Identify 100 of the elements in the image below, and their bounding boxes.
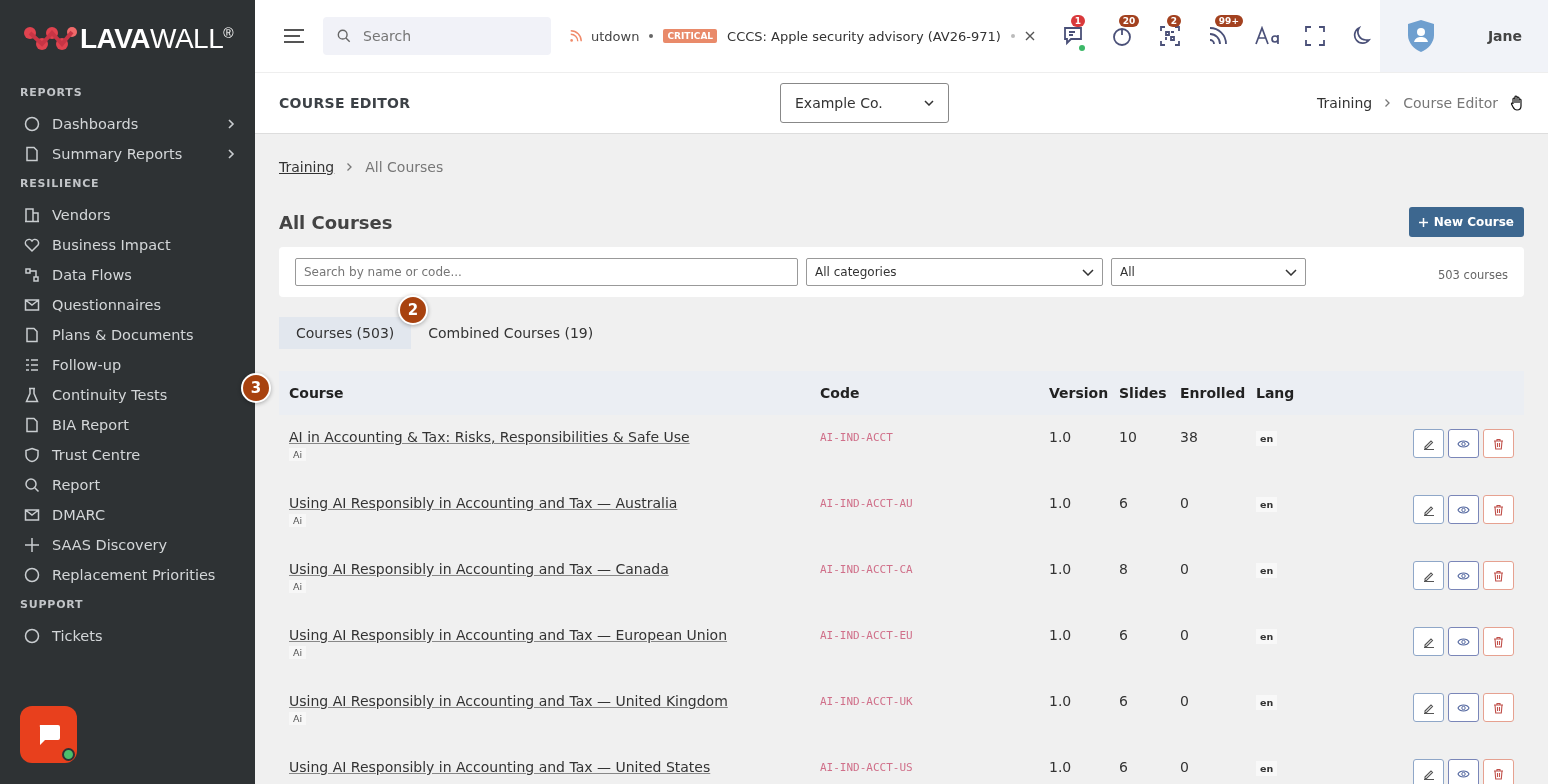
menu-icon[interactable] [283,28,305,44]
sidebar-item[interactable]: Follow-up [0,350,235,380]
sidebar-item[interactable]: Questionnaires [0,290,235,320]
eye-icon [1457,768,1470,779]
sidebar-item[interactable]: Continuity Tests [0,380,235,410]
delete-button[interactable] [1483,429,1514,458]
breadcrumb-item[interactable]: Training [279,159,335,175]
font-size-icon[interactable] [1254,26,1279,46]
search-field[interactable]: Search by name or code... [295,258,798,286]
language-tag: en [1256,695,1278,710]
language-tag: en [1256,431,1278,446]
view-button[interactable] [1448,495,1479,524]
qr-code-icon[interactable] [1158,25,1181,47]
language-tag: en [1256,761,1278,776]
sidebar-item[interactable]: Data Flows [0,260,235,290]
new-course-button[interactable]: New Course [1408,207,1524,237]
logo-text: LAVAWALL$^{®}$ [79,23,234,55]
sidebar-item[interactable]: BIA Report [0,410,235,440]
sidebar-item[interactable]: Tickets [0,621,235,651]
count-badge: 99+ [1214,15,1243,27]
ticker-text: utdown [591,28,640,44]
hand-icon [1510,95,1524,111]
view-button[interactable] [1448,693,1479,722]
delete-button[interactable] [1483,495,1514,524]
edit-button[interactable] [1413,561,1444,590]
timer-icon[interactable] [1110,25,1133,47]
search-field[interactable]: Search [323,17,551,55]
delete-button[interactable] [1483,759,1514,784]
sidebar-item[interactable]: Summary Reports [0,139,235,169]
view-button[interactable] [1448,759,1479,784]
table-cell-text: AI-IND-ACCT [820,430,894,444]
fullscreen-icon[interactable] [1304,26,1325,46]
sidebar-item[interactable]: Trust Centre [0,440,235,470]
sidebar-item[interactable]: Vendors [0,200,235,230]
course-link[interactable]: Using AI Responsibly in Accounting and Tax — Australia [289,495,678,511]
sidebar-item[interactable]: Report [0,470,235,500]
column-header: Version [1049,385,1110,401]
delete-button[interactable] [1483,627,1514,656]
delete-button[interactable] [1483,561,1514,590]
trash-icon [1493,701,1504,714]
chat-icon[interactable] [1062,25,1085,47]
section-heading: SUPPORT [19,597,85,613]
edit-button[interactable] [1413,495,1444,524]
count-badge: 2 [1166,15,1182,27]
sidebar-item[interactable]: Plans & Documents [0,320,235,350]
doc-icon [24,417,40,433]
view-button[interactable] [1448,429,1479,458]
course-link[interactable]: Using AI Responsibly in Accounting and Tax — Canada [289,561,669,577]
sidebar-item[interactable]: SAAS Discovery [0,530,235,560]
delete-button[interactable] [1483,693,1514,722]
edit-button[interactable] [1413,429,1444,458]
view-button[interactable] [1448,561,1479,590]
eye-icon [1457,702,1470,713]
plus-icon [1418,217,1428,227]
table-cell-text: AI-IND-ACCT-UK [820,694,914,708]
course-link[interactable]: AI in Accounting & Tax: Risks, Responsibilities & Safe Use [289,429,690,445]
category-tag: Ai [289,580,307,593]
table-cell-text: 38 [1180,429,1199,445]
sidebar-item[interactable]: DMARC [0,500,235,530]
company-select[interactable]: Example Co. [780,83,949,123]
step-marker: 3 [241,373,271,403]
list-icon [24,357,40,373]
breadcrumb-item[interactable]: Training [1317,95,1373,111]
language-tag: en [1256,563,1278,578]
sidebar-item[interactable]: Replacement Priorities [0,560,235,590]
sidebar-item[interactable]: Business Impact [0,230,235,260]
status-select[interactable]: All [1111,258,1306,286]
table-cell-text: 6 [1119,693,1129,709]
close-icon[interactable] [1024,31,1035,41]
ticker-text[interactable]: CCCS: Apple security advisory (AV26-971) [727,28,1001,44]
online-dot [62,748,75,761]
column-header: Slides [1119,385,1168,401]
table-cell-text: 0 [1180,759,1190,775]
course-link[interactable]: Using AI Responsibly in Accounting and Tax — United Kingdom [289,693,728,709]
chevron-right-icon [346,162,354,172]
language-tag: en [1256,629,1278,644]
tab[interactable]: Courses (503) [279,317,412,349]
column-header: Enrolled [1180,385,1247,401]
table-cell-text: 6 [1119,627,1129,643]
chat-button[interactable] [20,706,77,763]
edit-button[interactable] [1413,759,1444,784]
flask-icon [24,387,40,403]
course-link[interactable]: Using AI Responsibly in Accounting and Tax — European Union [289,627,728,643]
table-cell-text: 6 [1119,759,1129,775]
shield-icon [24,447,40,463]
category-tag: Ai [289,712,307,725]
doc-icon [24,146,40,162]
course-link[interactable]: Using AI Responsibly in Accounting and Tax — United States [289,759,711,775]
search-icon [337,29,351,43]
trash-icon [1493,767,1504,780]
column-header: Code [820,385,861,401]
edit-button[interactable] [1413,627,1444,656]
breadcrumb-item: Course Editor [1403,95,1498,111]
table-cell-text: 8 [1119,561,1129,577]
feed-icon [569,29,583,43]
sidebar-item[interactable]: Dashboards [0,109,235,139]
edit-button[interactable] [1413,693,1444,722]
user-menu[interactable]: Jane [1380,0,1548,72]
category-select[interactable]: All categories [806,258,1103,286]
view-button[interactable] [1448,627,1479,656]
